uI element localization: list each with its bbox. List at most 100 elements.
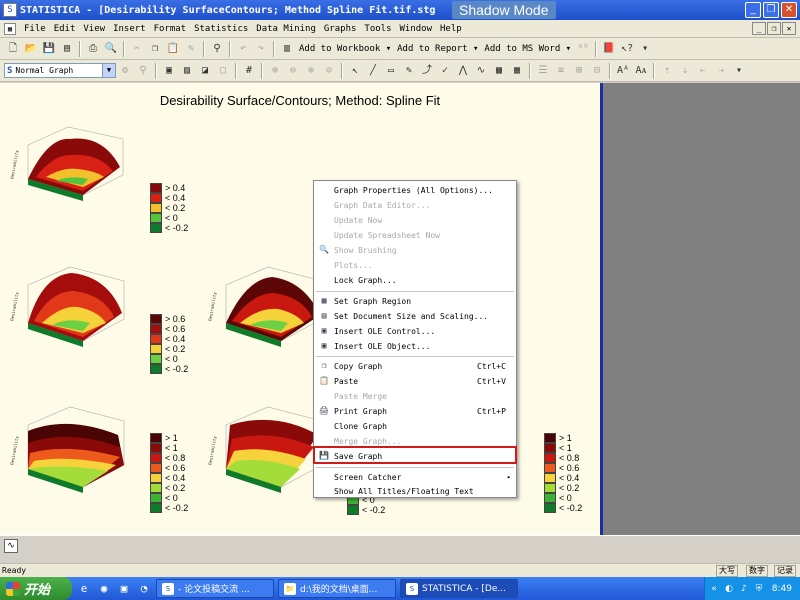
- menu-item-plots[interactable]: Plots...: [314, 258, 516, 272]
- graph-region-icon[interactable]: ▣: [161, 63, 177, 79]
- menu-item-update-now[interactable]: Update Now: [314, 213, 516, 227]
- minimize-button[interactable]: _: [745, 2, 761, 18]
- print-preview-icon[interactable]: 🔍: [103, 41, 119, 57]
- menu-help[interactable]: Help: [436, 24, 466, 34]
- task-forum[interactable]: S - 论文投稿交流 ...: [156, 579, 274, 598]
- zoom-reset-icon[interactable]: ⊘: [321, 63, 337, 79]
- security-icon[interactable]: ⛨: [753, 583, 765, 595]
- menu-item-graph-data-editor[interactable]: Graph Data Editor...: [314, 198, 516, 212]
- pdf-icon[interactable]: ▤: [59, 41, 75, 57]
- menu-edit[interactable]: Edit: [50, 24, 80, 34]
- menu-data-mining[interactable]: Data Mining: [252, 24, 320, 34]
- chevron-down-icon[interactable]: ▼: [102, 64, 115, 77]
- start-button[interactable]: 开始: [0, 577, 72, 600]
- pointer-icon[interactable]: ↖: [347, 63, 363, 79]
- menu-item-copy-graph[interactable]: ❐ Copy Graph Ctrl+C: [314, 359, 516, 373]
- task-explorer[interactable]: 📁 d:\我的文档\桌面...: [278, 579, 396, 598]
- task-statistica[interactable]: S STATISTICA - [De...: [400, 579, 518, 598]
- close-button[interactable]: ✕: [781, 2, 797, 18]
- font-increase-icon[interactable]: Aᴬ: [615, 63, 631, 79]
- menu-view[interactable]: View: [79, 24, 109, 34]
- menu-item-set-graph-region[interactable]: ▦ Set Graph Region: [314, 294, 516, 308]
- redo-icon[interactable]: ↷: [253, 41, 269, 57]
- toolbar-options-icon[interactable]: ▾: [637, 41, 653, 57]
- help-pointer-icon[interactable]: ↖?: [619, 41, 635, 57]
- align-icon[interactable]: ☰: [535, 63, 551, 79]
- add-to-workbook-button[interactable]: Add to Workbook ▾: [296, 44, 394, 54]
- menu-item-insert-ole-control[interactable]: ▣ Insert OLE Control...: [314, 324, 516, 338]
- book-icon[interactable]: 📕: [601, 41, 617, 57]
- menu-statistics[interactable]: Statistics: [190, 24, 252, 34]
- menu-item-paste-merge[interactable]: Paste Merge: [314, 389, 516, 403]
- tray-arrow-icon[interactable]: «: [708, 583, 720, 595]
- graph-image-icon[interactable]: ▨: [179, 63, 195, 79]
- menu-item-update-spreadsheet-now[interactable]: Update Spreadsheet Now: [314, 228, 516, 242]
- draw-line-icon[interactable]: ╱: [365, 63, 381, 79]
- spacing-up-icon[interactable]: ⇡: [659, 63, 675, 79]
- menu-item-show-all-titles[interactable]: Show All Titles/Floating Text: [314, 484, 516, 498]
- point-label-icon[interactable]: ⚲: [135, 63, 151, 79]
- font-decrease-icon[interactable]: Aᴀ: [633, 63, 649, 79]
- zoom-brush-icon[interactable]: ⚙: [117, 63, 133, 79]
- draw-text-icon[interactable]: ✎: [401, 63, 417, 79]
- draw-arrow-icon[interactable]: ⤴: [419, 63, 435, 79]
- media-icon[interactable]: ◔: [136, 581, 152, 597]
- paste-icon[interactable]: 📋: [165, 41, 181, 57]
- new-icon[interactable]: 🗋: [5, 41, 21, 57]
- menu-item-graph-properties[interactable]: Graph Properties (All Options)...: [314, 183, 516, 197]
- draw-rect-icon[interactable]: ▭: [383, 63, 399, 79]
- menu-item-insert-ole-object[interactable]: ▣ Insert OLE Object...: [314, 339, 516, 353]
- surface-plot[interactable]: Desirability: [8, 115, 136, 215]
- surface-plot[interactable]: Desirability: [8, 395, 136, 510]
- spacing-right-icon[interactable]: ⇢: [713, 63, 729, 79]
- zoom-in-icon[interactable]: ⊕: [267, 63, 283, 79]
- statistica-app-icon[interactable]: S: [3, 3, 17, 17]
- menu-insert[interactable]: Insert: [109, 24, 150, 34]
- menu-format[interactable]: Format: [150, 24, 191, 34]
- doc-minimize-button[interactable]: _: [752, 22, 766, 35]
- ie-icon[interactable]: e: [76, 581, 92, 597]
- group-icon[interactable]: ⊟: [589, 63, 605, 79]
- zoom-fit-icon[interactable]: ⊗: [303, 63, 319, 79]
- document-icon[interactable]: ▦: [4, 22, 16, 35]
- copy-icon[interactable]: ❐: [147, 41, 163, 57]
- network-icon[interactable]: ◐: [723, 583, 735, 595]
- menu-item-paste[interactable]: 📋 Paste Ctrl+V: [314, 374, 516, 388]
- menu-tools[interactable]: Tools: [360, 24, 395, 34]
- menu-file[interactable]: File: [20, 24, 50, 34]
- graph-layout-icon[interactable]: ◪: [197, 63, 213, 79]
- print-icon[interactable]: ⎙: [85, 41, 101, 57]
- menu-item-lock-graph[interactable]: Lock Graph...: [314, 273, 516, 287]
- volume-icon[interactable]: ♪: [738, 583, 750, 595]
- spacing-down-icon[interactable]: ⇣: [677, 63, 693, 79]
- draw-marker-icon[interactable]: ✓: [437, 63, 453, 79]
- spacing-left-icon[interactable]: ⇠: [695, 63, 711, 79]
- menu-graphs[interactable]: Graphs: [320, 24, 361, 34]
- doc-restore-button[interactable]: ❐: [767, 22, 781, 35]
- menu-item-show-brushing[interactable]: 🔍 Show Brushing: [314, 243, 516, 257]
- find-icon[interactable]: ⚲: [209, 41, 225, 57]
- zoom-out-icon[interactable]: ⊖: [285, 63, 301, 79]
- toolbar-options-icon[interactable]: ▾: [731, 63, 747, 79]
- menu-item-screen-catcher[interactable]: Screen Catcher ▸: [314, 470, 516, 484]
- graph-type-select[interactable]: S Normal Graph ▼: [4, 63, 116, 78]
- restore-button[interactable]: ❐: [763, 2, 779, 18]
- graph-edit-icon[interactable]: ▢: [215, 63, 231, 79]
- add-to-report-button[interactable]: Add to Report ▾: [394, 44, 481, 54]
- clock[interactable]: 8:49: [772, 584, 792, 594]
- order-icon[interactable]: ⊞: [571, 63, 587, 79]
- qq-icon[interactable]: ◉: [96, 581, 112, 597]
- undo-icon[interactable]: ↶: [235, 41, 251, 57]
- insert-image-icon[interactable]: ▩: [491, 63, 507, 79]
- draw-polyline-icon[interactable]: ⋀: [455, 63, 471, 79]
- desktop-icon[interactable]: ▣: [116, 581, 132, 597]
- format-painter-icon[interactable]: ✎: [183, 41, 199, 57]
- insert-object-icon[interactable]: ▦: [509, 63, 525, 79]
- menu-item-clone-graph[interactable]: Clone Graph: [314, 419, 516, 433]
- open-icon[interactable]: 📂: [23, 41, 39, 57]
- surface-plot[interactable]: Desirability: [8, 255, 136, 365]
- add-to-ms-word-button[interactable]: Add to MS Word ▾: [481, 44, 574, 54]
- menu-item-set-document-size[interactable]: ▤ Set Document Size and Scaling...: [314, 309, 516, 323]
- graph-thumbnail-icon[interactable]: ∿: [4, 539, 18, 553]
- distribute-icon[interactable]: ≡: [553, 63, 569, 79]
